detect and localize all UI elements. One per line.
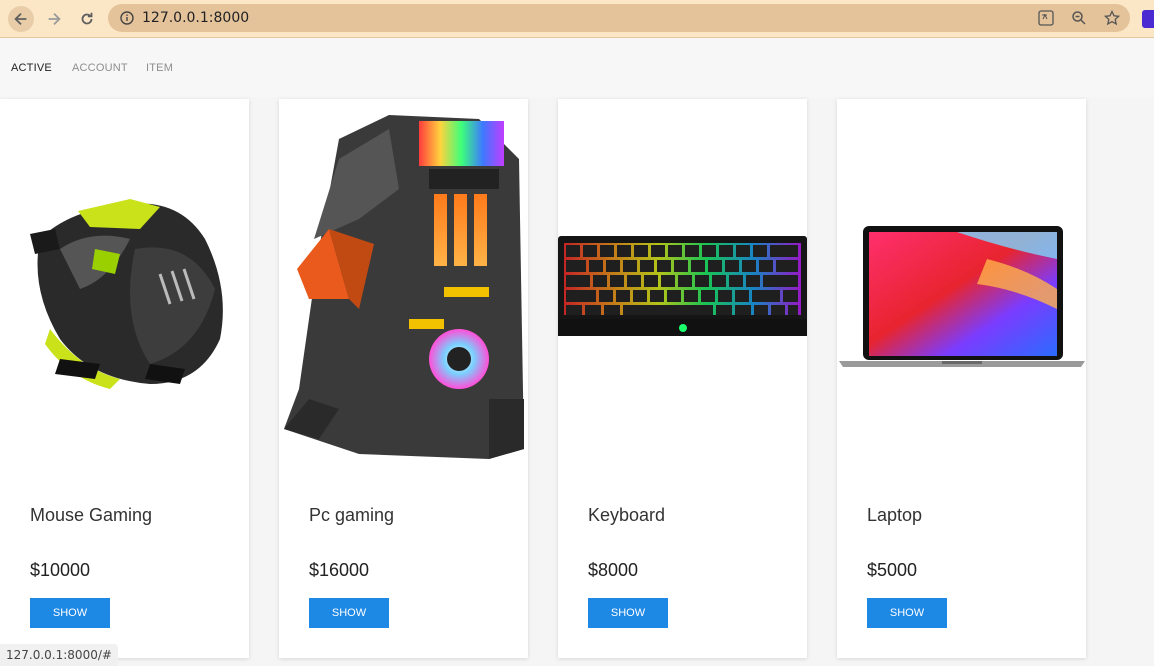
back-button[interactable] [8, 6, 34, 32]
reload-button[interactable] [74, 6, 100, 32]
translate-icon[interactable] [1038, 10, 1054, 26]
reload-icon [81, 12, 93, 25]
browser-toolbar: 127.0.0.1:8000 [0, 0, 1154, 38]
gaming-mouse-image [30, 199, 223, 389]
address-bar[interactable]: 127.0.0.1:8000 [108, 4, 1130, 32]
forward-button[interactable] [41, 6, 67, 32]
product-card: Keyboard $8000 SHOW [558, 99, 807, 658]
info-icon[interactable] [120, 11, 134, 25]
nav-account[interactable]: ACCOUNT [72, 62, 128, 74]
product-image [558, 99, 807, 479]
arrow-right-icon [48, 12, 61, 26]
product-card: Pc gaming $16000 SHOW [279, 99, 528, 658]
extension-icon[interactable] [1142, 10, 1154, 28]
product-card: Laptop $5000 SHOW [837, 99, 1086, 658]
product-card: Mouse Gaming $10000 SHOW [0, 99, 249, 658]
bookmark-star-icon[interactable] [1104, 10, 1120, 26]
show-button[interactable]: SHOW [588, 598, 668, 628]
product-name: Mouse Gaming [30, 505, 153, 525]
gaming-pc-case-image [284, 115, 524, 459]
rgb-keyboard-image [558, 236, 807, 336]
product-name: Keyboard [588, 505, 666, 525]
product-image [279, 99, 528, 479]
product-name: Pc gaming [309, 505, 395, 525]
show-button[interactable]: SHOW [867, 598, 947, 628]
product-price: $8000 [588, 560, 639, 580]
show-button[interactable]: SHOW [30, 598, 110, 628]
zoom-icon[interactable] [1071, 10, 1087, 26]
product-price: $16000 [309, 560, 370, 580]
app-navbar: ACTIVE ACCOUNT ITEM [0, 39, 1154, 97]
arrow-left-icon [14, 12, 27, 26]
laptop-image [839, 226, 1085, 367]
show-button[interactable]: SHOW [309, 598, 389, 628]
nav-item[interactable]: ITEM [146, 62, 173, 74]
product-image [837, 99, 1086, 479]
product-name: Laptop [867, 505, 923, 525]
nav-active[interactable]: ACTIVE [11, 62, 52, 74]
status-bar-url: 127.0.0.1:8000/# [0, 644, 118, 666]
url-text: 127.0.0.1:8000 [142, 10, 250, 26]
product-price: $5000 [867, 560, 918, 580]
product-image [0, 99, 249, 479]
product-price: $10000 [30, 560, 91, 580]
